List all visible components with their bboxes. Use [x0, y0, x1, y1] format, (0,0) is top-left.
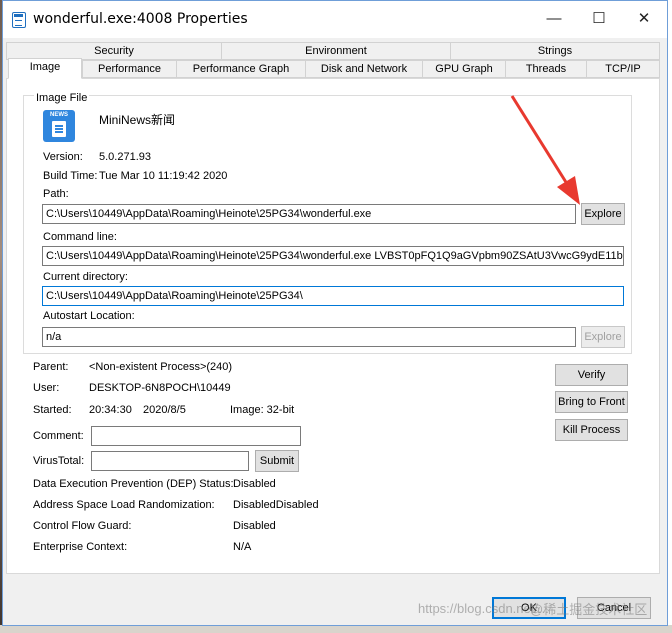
version-label: Version: [43, 151, 83, 163]
enterprise-context-label: Enterprise Context: [33, 541, 128, 553]
cfg-label: Control Flow Guard: [33, 520, 132, 532]
build-time-value: Tue Mar 10 11:19:42 2020 [99, 170, 228, 182]
command-line-label: Command line: [43, 231, 117, 243]
comment-field[interactable] [91, 426, 301, 446]
build-time-label: Build Time: [43, 170, 98, 182]
started-time: 20:34:30 [89, 404, 132, 416]
enterprise-context-value: N/A [233, 541, 252, 553]
started-date: 2020/8/5 [143, 404, 186, 416]
title-bar[interactable]: wonderful.exe:4008 Properties — ☐ ✕ [3, 1, 667, 38]
maximize-button[interactable]: ☐ [576, 1, 622, 35]
kill-process-button[interactable]: Kill Process [555, 419, 628, 441]
close-button[interactable]: ✕ [621, 1, 667, 35]
tab-tcpip[interactable]: TCP/IP [586, 60, 660, 78]
current-directory-field[interactable]: C:\Users\10449\AppData\Roaming\Heinote\2… [42, 286, 624, 306]
parent-value: <Non-existent Process>(240) [89, 361, 233, 373]
app-name: MiniNews新闻 [99, 113, 176, 127]
dep-label: Data Execution Prevention (DEP) Status: [33, 478, 234, 490]
user-value: DESKTOP-6N8POCH\10449 [89, 382, 231, 394]
tab-environment[interactable]: Environment [221, 42, 451, 60]
virustotal-field[interactable] [91, 451, 249, 471]
tab-strings[interactable]: Strings [450, 42, 660, 60]
autostart-location-label: Autostart Location: [43, 310, 135, 322]
path-field[interactable]: C:\Users\10449\AppData\Roaming\Heinote\2… [42, 204, 576, 224]
tab-performance-graph[interactable]: Performance Graph [176, 60, 306, 78]
news-icon-text: NEWS [50, 112, 68, 118]
parent-label: Parent: [33, 361, 69, 373]
version-value: 5.0.271.93 [99, 151, 151, 163]
image-file-group-label: Image File [34, 92, 90, 104]
tab-performance[interactable]: Performance [82, 60, 177, 78]
tab-strip: Security Environment Strings Image Perfo… [6, 42, 660, 80]
comment-label: Comment: [33, 430, 84, 442]
bring-to-front-button[interactable]: Bring to Front [555, 391, 628, 413]
juejin-watermark: @稀土掘金技术社区 [530, 602, 648, 617]
aslr-label: Address Space Load Randomization: [33, 499, 215, 511]
started-label: Started: [33, 404, 72, 416]
autostart-location-field[interactable]: n/a [42, 327, 576, 347]
verify-button[interactable]: Verify [555, 364, 628, 386]
explore-autostart-button[interactable]: Explore [581, 326, 625, 348]
command-line-field[interactable]: C:\Users\10449\AppData\Roaming\Heinote\2… [42, 246, 624, 266]
image-bitness: Image: 32-bit [230, 404, 295, 416]
dep-value: Disabled [233, 478, 276, 490]
tab-disk-and-network[interactable]: Disk and Network [305, 60, 423, 78]
tab-image[interactable]: Image [8, 58, 82, 79]
tab-threads[interactable]: Threads [505, 60, 587, 78]
path-label: Path: [43, 188, 69, 200]
cfg-value: Disabled [233, 520, 276, 532]
minimize-button[interactable]: — [531, 1, 577, 35]
submit-button[interactable]: Submit [255, 450, 299, 472]
aslr-value: DisabledDisabled [233, 499, 319, 511]
desktop-taskbar-strip [0, 625, 672, 633]
explore-path-button[interactable]: Explore [581, 203, 625, 225]
user-label: User: [33, 382, 60, 394]
virustotal-label: VirusTotal: [33, 455, 85, 467]
window-title: wonderful.exe:4008 Properties [33, 11, 248, 27]
current-directory-label: Current directory: [43, 271, 128, 283]
tab-gpu-graph[interactable]: GPU Graph [422, 60, 506, 78]
process-explorer-icon [12, 12, 26, 28]
news-app-icon: NEWS [43, 110, 75, 142]
